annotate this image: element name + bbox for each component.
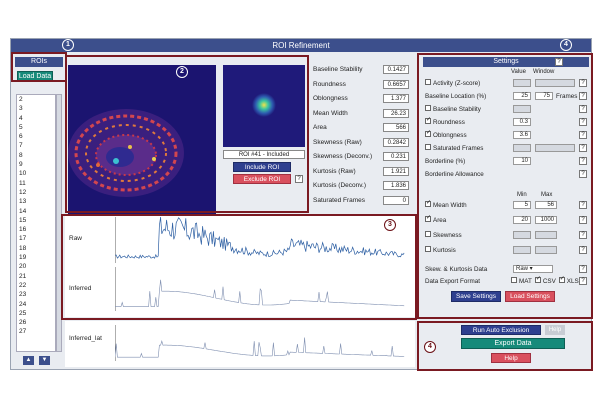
metric-label: Skewness (Deconv.)	[313, 153, 373, 160]
region-1-highlight	[11, 52, 67, 82]
roi-list-item[interactable]: 6	[17, 132, 55, 141]
metric-value: 0.231	[383, 152, 409, 161]
metric-value: 1.921	[383, 166, 409, 176]
roi-list-item[interactable]: 5	[17, 123, 55, 132]
metric-row: Skewness (Deconv.) 0.231	[313, 152, 409, 162]
roi-list-item[interactable]: 14	[17, 207, 55, 216]
metric-row: Kurtosis (Deconv.) 1.836	[313, 181, 409, 191]
roi-refinement-window: ROI Refinement ROIs Load Data 2 3 4 5 6 7 8 9 10…	[10, 38, 593, 371]
metric-row: Skewness (Raw) 0.2842	[313, 137, 409, 148]
roi-list-item[interactable]: 7	[17, 141, 55, 150]
arrow-down-icon[interactable]: ▼	[39, 356, 50, 365]
metric-label: Kurtosis (Raw)	[313, 167, 356, 175]
region-4-actions-highlight	[417, 321, 593, 371]
metric-value: 0.2842	[383, 137, 409, 147]
roi-list[interactable]: 2 3 4 5 6 7 8 9 10 11 12 13 14 15 16 17 18 19 20 21 22 23 24 25…	[16, 94, 56, 352]
metric-label: Skewness (Raw)	[313, 138, 362, 146]
roi-list-item[interactable]: 4	[17, 114, 55, 123]
region-3-highlight	[61, 214, 417, 320]
inferred-lat-panel: Inferred_lat	[65, 321, 415, 367]
metric-row: Mean Width 26.23	[313, 108, 409, 119]
metric-row: Oblongness 1.377	[313, 94, 409, 104]
roi-list-item[interactable]: 27	[17, 327, 55, 336]
metric-label: Baseline Stability	[313, 66, 363, 73]
metric-label: Mean Width	[313, 109, 348, 117]
callout-1: 1	[62, 39, 74, 51]
callout-2: 2	[176, 66, 188, 78]
region-2-highlight	[65, 55, 309, 213]
metric-value: 1.836	[383, 181, 409, 190]
window-title: ROI Refinement	[11, 39, 591, 52]
roi-list-item[interactable]: 19	[17, 253, 55, 262]
metric-value: 0.6657	[383, 79, 409, 89]
roi-list-item[interactable]: 18	[17, 244, 55, 253]
roi-list-item[interactable]: 13	[17, 197, 55, 206]
callout-3: 3	[384, 219, 396, 231]
metric-value: 1.377	[383, 94, 409, 103]
roi-list-item[interactable]: 11	[17, 179, 55, 188]
roi-list-item[interactable]: 23	[17, 290, 55, 299]
metric-value: 0.1427	[383, 65, 409, 74]
roi-list-item[interactable]: 17	[17, 234, 55, 243]
callout-4-top: 4	[560, 39, 572, 51]
metric-label: Roundness	[313, 80, 346, 88]
metric-row: Baseline Stability 0.1427	[313, 65, 409, 75]
roi-list-item[interactable]: 21	[17, 272, 55, 281]
callout-4-bottom: 4	[424, 341, 436, 353]
metric-label: Saturated Frames	[313, 196, 366, 204]
metric-label: Oblongness	[313, 95, 348, 102]
roi-list-item[interactable]: 2	[17, 95, 55, 104]
roi-list-item[interactable]: 9	[17, 160, 55, 169]
arrow-up-icon[interactable]: ▲	[23, 356, 34, 365]
roi-list-item[interactable]: 20	[17, 262, 55, 271]
inferred-lat-trace	[115, 325, 405, 361]
metric-label: Area	[313, 124, 327, 131]
inferred-lat-trace-label: Inferred_lat	[69, 335, 102, 342]
roi-list-item[interactable]: 10	[17, 169, 55, 178]
metric-label: Kurtosis (Deconv.)	[313, 182, 366, 189]
roi-list-item[interactable]: 3	[17, 104, 55, 113]
metric-row: Saturated Frames 0	[313, 195, 409, 206]
metric-row: Roundness 0.6657	[313, 79, 409, 90]
metric-value: 0	[383, 195, 409, 205]
roi-list-item[interactable]: 16	[17, 225, 55, 234]
region-4-settings-highlight	[417, 53, 593, 319]
roi-list-item[interactable]: 22	[17, 281, 55, 290]
metric-value: 26.23	[383, 108, 409, 118]
roi-list-item[interactable]: 26	[17, 318, 55, 327]
roi-list-item[interactable]: 12	[17, 188, 55, 197]
roi-list-item[interactable]: 8	[17, 151, 55, 160]
metric-row: Kurtosis (Raw) 1.921	[313, 166, 409, 177]
roi-list-item[interactable]: 25	[17, 309, 55, 318]
metric-row: Area 566	[313, 123, 409, 133]
roi-list-item[interactable]: 15	[17, 216, 55, 225]
roi-panel: ROIs Load Data 2 3 4 5 6 7 8 9 10 11 12 13 14 15 16 17 1…	[13, 55, 65, 369]
trace-line	[115, 337, 405, 358]
metric-value: 566	[383, 123, 409, 132]
roi-list-item[interactable]: 24	[17, 300, 55, 309]
